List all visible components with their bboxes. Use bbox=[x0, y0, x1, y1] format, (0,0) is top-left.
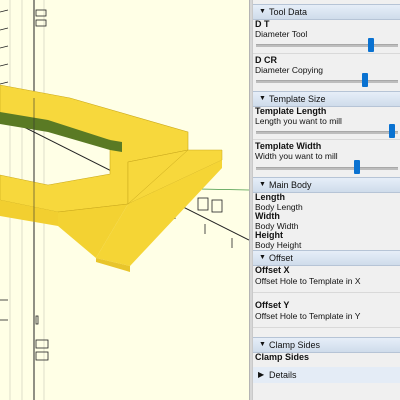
divider bbox=[253, 53, 400, 54]
customizer-panel: ▼ Tool Data D T Diameter Tool D CR Diame… bbox=[252, 0, 400, 400]
section-template-size[interactable]: ▼ Template Size bbox=[253, 91, 400, 107]
details-toggle[interactable]: ▶ Details bbox=[253, 367, 400, 383]
collapse-arrow-icon: ▼ bbox=[259, 341, 266, 348]
param-template-length-title: Template Length bbox=[255, 106, 327, 116]
param-offset-y-desc: Offset Hole to Template in Y bbox=[255, 311, 361, 321]
section-title: Offset bbox=[269, 253, 293, 263]
dt-slider-thumb[interactable] bbox=[368, 38, 374, 52]
section-title: Clamp Sides bbox=[269, 340, 321, 350]
dcr-slider-thumb[interactable] bbox=[362, 73, 368, 87]
param-template-width-desc: Width you want to mill bbox=[255, 151, 338, 161]
param-offset-x-desc: Offset Hole to Template in X bbox=[255, 276, 361, 286]
param-height-title: Height bbox=[255, 230, 283, 240]
param-dt-title: D T bbox=[255, 19, 270, 29]
param-dcr-desc: Diameter Copying bbox=[255, 65, 324, 75]
param-dt-desc: Diameter Tool bbox=[255, 29, 308, 39]
param-template-width-title: Template Width bbox=[255, 141, 322, 151]
collapse-arrow-icon: ▼ bbox=[259, 181, 266, 188]
divider bbox=[253, 139, 400, 140]
triangle-right-icon: ▶ bbox=[258, 370, 265, 379]
template-width-slider[interactable] bbox=[256, 167, 398, 170]
collapse-arrow-icon: ▼ bbox=[259, 95, 266, 102]
dcr-slider[interactable] bbox=[256, 80, 398, 83]
section-clamp-sides[interactable]: ▼ Clamp Sides bbox=[253, 337, 400, 353]
param-width-title: Width bbox=[255, 211, 280, 221]
param-offset-y-title: Offset Y bbox=[255, 300, 290, 310]
template-length-slider-thumb[interactable] bbox=[389, 124, 395, 138]
section-main-body[interactable]: ▼ Main Body bbox=[253, 177, 400, 193]
collapse-arrow-icon: ▼ bbox=[259, 254, 266, 261]
param-length-title: Length bbox=[255, 192, 285, 202]
section-tool-data[interactable]: ▼ Tool Data bbox=[253, 4, 400, 20]
section-title: Tool Data bbox=[269, 7, 308, 17]
param-clamp-sides-title: Clamp Sides bbox=[255, 352, 310, 362]
param-dcr-title: D CR bbox=[255, 55, 277, 65]
divider bbox=[253, 292, 400, 293]
section-title: Template Size bbox=[269, 94, 326, 104]
section-title: Main Body bbox=[269, 180, 312, 190]
divider bbox=[253, 327, 400, 328]
collapse-arrow-icon: ▼ bbox=[259, 8, 266, 15]
model-render bbox=[0, 0, 249, 400]
param-template-length-desc: Length you want to mill bbox=[255, 116, 342, 126]
dt-slider[interactable] bbox=[256, 44, 398, 47]
param-height-desc: Body Height bbox=[255, 240, 302, 250]
template-width-slider-thumb[interactable] bbox=[354, 160, 360, 174]
template-length-slider[interactable] bbox=[256, 131, 398, 134]
param-offset-x-title: Offset X bbox=[255, 265, 290, 275]
section-offset[interactable]: ▼ Offset bbox=[253, 250, 400, 266]
details-label: Details bbox=[269, 370, 297, 380]
3d-viewport[interactable] bbox=[0, 0, 249, 400]
